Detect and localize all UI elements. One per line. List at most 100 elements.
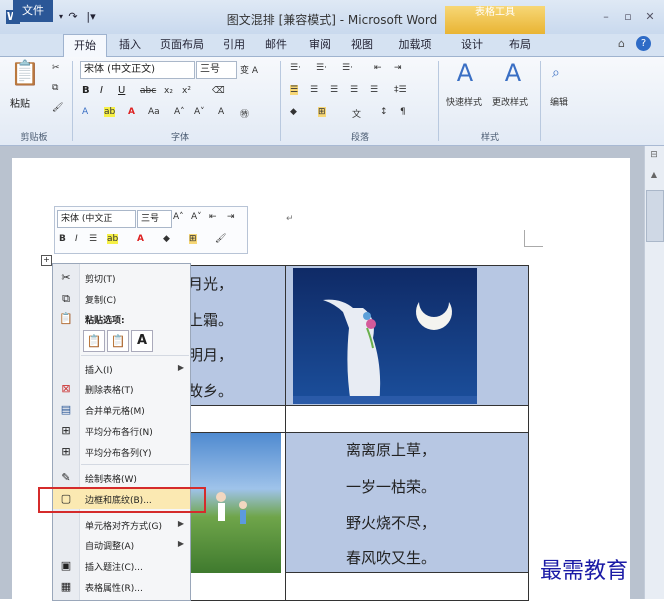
tab-home[interactable]: 开始: [63, 34, 107, 58]
merge-cells-icon: ▤: [60, 403, 72, 416]
format-painter-icon[interactable]: 🖌: [52, 103, 63, 113]
bullets-icon[interactable]: ☰·: [290, 63, 301, 73]
menu-item-autofit[interactable]: 自动调整(A) ▶: [53, 535, 190, 555]
text-effects-icon[interactable]: A: [82, 107, 88, 117]
change-case-icon[interactable]: Aa: [148, 107, 160, 117]
mini-font-size-select[interactable]: 三号: [137, 210, 172, 228]
sort-icon[interactable]: ↕: [380, 107, 388, 117]
tab-addins[interactable]: 加载项: [392, 34, 438, 56]
collapse-ribbon-icon[interactable]: ⌂: [618, 37, 625, 50]
sort-chinese-icon[interactable]: 文: [352, 107, 361, 120]
quick-styles-label[interactable]: 快速样式: [446, 95, 482, 108]
mini-increase-indent-icon[interactable]: ⇥: [227, 212, 235, 222]
scroll-up-icon[interactable]: ▲: [648, 170, 660, 182]
mini-shading-icon[interactable]: ◆: [163, 234, 170, 244]
tab-design[interactable]: 设计: [452, 34, 492, 56]
mini-shrink-font-icon[interactable]: A˅: [191, 212, 202, 222]
shading-icon[interactable]: ◆: [290, 107, 297, 117]
menu-item-delete-table[interactable]: ⊠ 删除表格(T): [53, 379, 190, 399]
menu-item-distribute-rows[interactable]: ⊞ 平均分布各行(N): [53, 421, 190, 441]
tab-review[interactable]: 审阅: [302, 34, 338, 56]
phonetic-guide-icon[interactable]: 变 A: [240, 63, 258, 76]
table-cell-empty[interactable]: [285, 405, 529, 434]
italic-icon[interactable]: I: [100, 85, 103, 96]
mini-bold-icon[interactable]: B: [59, 234, 66, 244]
decrease-indent-icon[interactable]: ⇤: [374, 63, 382, 73]
menu-item-insert-caption[interactable]: ▣ 插入题注(C)...: [53, 556, 190, 576]
change-styles-label[interactable]: 更改样式: [492, 95, 528, 108]
grow-font-icon[interactable]: A˄: [174, 107, 185, 117]
font-color-icon[interactable]: A: [128, 107, 135, 117]
cut-icon[interactable]: ✂: [52, 63, 60, 73]
tab-layout[interactable]: 布局: [500, 34, 540, 56]
mini-align-icon[interactable]: ☰: [89, 234, 97, 244]
mini-font-color-icon[interactable]: A: [137, 234, 144, 244]
numbering-icon[interactable]: ☰·: [316, 63, 327, 73]
menu-item-insert[interactable]: 插入(I) ▶: [53, 359, 190, 379]
close-icon[interactable]: ✕: [642, 10, 658, 24]
char-shading-icon[interactable]: A: [218, 107, 224, 117]
mini-grow-font-icon[interactable]: A˄: [173, 212, 184, 222]
quick-styles-icon[interactable]: A: [452, 59, 478, 87]
paste-icon[interactable]: 📋: [10, 59, 40, 89]
bold-icon[interactable]: B: [82, 85, 90, 96]
menu-item-cell-alignment[interactable]: 单元格对齐方式(G) ▶: [53, 515, 190, 535]
tab-mailings[interactable]: 邮件: [258, 34, 294, 56]
shrink-font-icon[interactable]: A˅: [194, 107, 205, 117]
mini-highlight-icon[interactable]: ab: [107, 234, 119, 244]
mini-decrease-indent-icon[interactable]: ⇤: [209, 212, 217, 222]
menu-item-copy[interactable]: ⧉ 复制(C): [53, 289, 190, 309]
justify-icon[interactable]: ☰: [350, 85, 358, 95]
tab-page-layout[interactable]: 页面布局: [152, 34, 212, 56]
menu-item-cut[interactable]: ✂ 剪切(T): [53, 268, 190, 288]
restore-icon[interactable]: ▫: [620, 10, 636, 24]
change-styles-icon[interactable]: A: [500, 59, 526, 87]
table-cell-empty[interactable]: [285, 572, 529, 601]
find-icon[interactable]: ⌕: [552, 65, 560, 81]
enclose-char-icon[interactable]: ㊕: [240, 107, 249, 120]
strikethrough-icon[interactable]: abc: [140, 86, 156, 96]
distributed-icon[interactable]: ☰: [370, 85, 378, 95]
align-left-icon[interactable]: ☰: [290, 85, 299, 95]
align-right-icon[interactable]: ☰: [330, 85, 338, 95]
paste-keep-format-icon[interactable]: 📋: [83, 330, 105, 352]
minimize-icon[interactable]: –: [598, 10, 614, 24]
increase-indent-icon[interactable]: ⇥: [394, 63, 402, 73]
table-cell-empty[interactable]: [188, 405, 287, 434]
mini-format-painter-icon[interactable]: 🖌: [215, 234, 226, 244]
align-center-icon[interactable]: ☰: [310, 85, 318, 95]
highlight-icon[interactable]: ab: [104, 107, 116, 117]
mini-borders-icon[interactable]: ⊞: [189, 234, 197, 244]
menu-item-merge-cells[interactable]: ▤ 合并单元格(M): [53, 400, 190, 420]
menu-item-table-properties[interactable]: ▦ 表格属性(R)...: [53, 577, 190, 597]
clear-format-icon[interactable]: ⌫: [212, 86, 225, 96]
superscript-icon[interactable]: x²: [182, 86, 191, 96]
mini-font-name-select[interactable]: 宋体 (中文正: [57, 210, 136, 228]
font-size-select[interactable]: 三号: [196, 61, 237, 79]
line-spacing-icon[interactable]: ‡☰: [394, 85, 407, 95]
tab-references[interactable]: 引用: [216, 34, 252, 56]
font-name-select[interactable]: 宋体 (中文正文): [80, 61, 195, 79]
tab-insert[interactable]: 插入: [112, 34, 148, 56]
tab-view[interactable]: 视图: [344, 34, 380, 56]
copy-icon[interactable]: ⧉: [52, 83, 58, 93]
table-move-handle-icon[interactable]: +: [41, 255, 52, 266]
paste-text-only-icon[interactable]: A: [131, 330, 153, 352]
scroll-thumb[interactable]: [646, 190, 664, 242]
help-icon[interactable]: ?: [636, 36, 651, 51]
submenu-arrow-icon: ▶: [177, 519, 184, 528]
subscript-icon[interactable]: x₂: [164, 86, 173, 96]
menu-item-distribute-cols[interactable]: ⊞ 平均分布各列(Y): [53, 442, 190, 462]
multilevel-list-icon[interactable]: ☰·: [342, 63, 353, 73]
paste-merge-format-icon[interactable]: 📋: [107, 330, 129, 352]
ruler-toggle-icon[interactable]: ⊟: [648, 150, 660, 164]
poem-right-line: 春风吹又生。: [346, 549, 437, 567]
tab-file[interactable]: 文件: [13, 0, 53, 22]
edit-label[interactable]: 编辑: [550, 95, 568, 108]
menu-item-draw-table[interactable]: ✎ 绘制表格(W): [53, 468, 190, 488]
borders-icon[interactable]: ⊞: [318, 107, 326, 117]
paste-label[interactable]: 粘贴: [10, 95, 30, 110]
mini-italic-icon[interactable]: I: [75, 234, 78, 244]
underline-icon[interactable]: U: [118, 85, 125, 96]
show-marks-icon[interactable]: ¶: [400, 107, 406, 117]
